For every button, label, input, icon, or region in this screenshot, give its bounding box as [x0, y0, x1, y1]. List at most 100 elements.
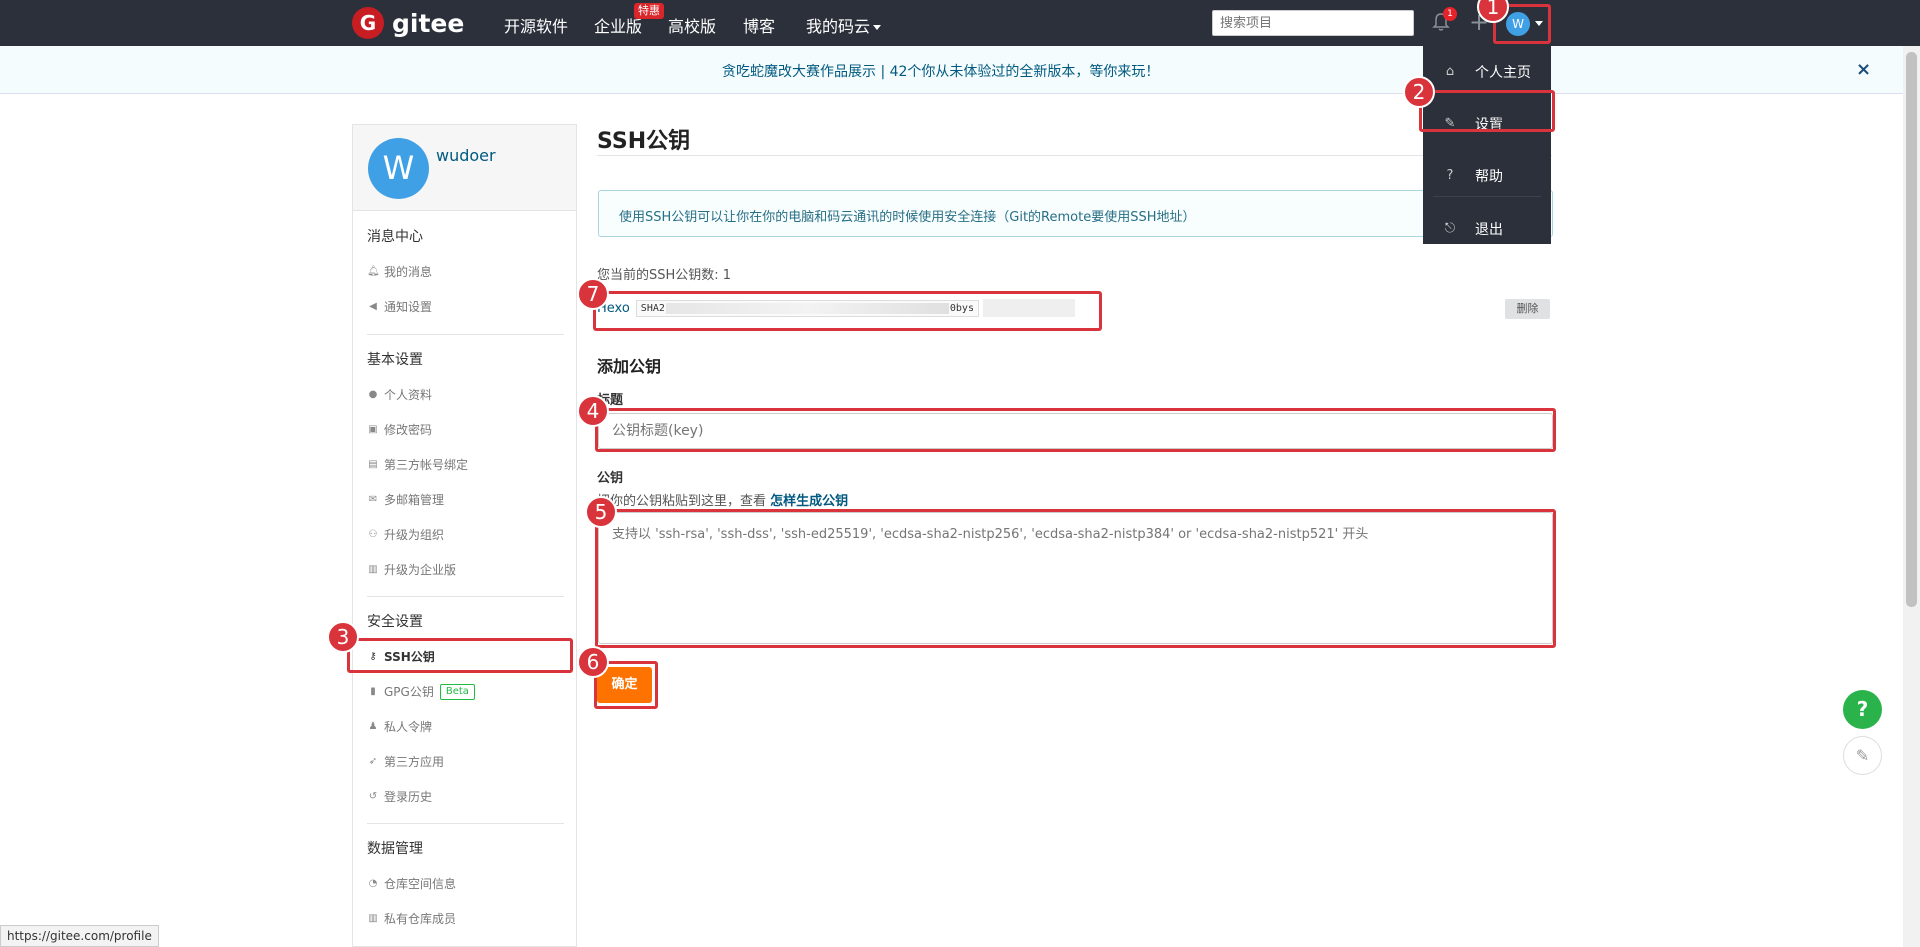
profile-card: W wudoer: [353, 125, 576, 211]
bell-icon: 🔔︎: [367, 266, 380, 277]
sidebar-item-label: 第三方应用: [384, 755, 445, 769]
sidebar-item-emails[interactable]: ✉ 多邮箱管理: [367, 491, 444, 508]
how-to-generate-link[interactable]: 怎样生成公钥: [770, 494, 848, 509]
home-icon: ⌂: [1445, 64, 1455, 79]
menu-item-logout[interactable]: ⎋ 退出: [1423, 216, 1551, 242]
key-hint: 把你的公钥粘贴到这里，查看 怎样生成公钥: [597, 490, 848, 509]
info-message: 使用SSH公钥可以让你在你的电脑和码云通讯的时候使用安全连接（Git的Remot…: [598, 190, 1553, 237]
user-secret-icon: ♟: [368, 721, 378, 732]
sidebar-item-label: 仓库空间信息: [384, 877, 457, 891]
building-icon: ▥: [368, 913, 378, 924]
gitee-logo-text: gitee: [392, 8, 465, 38]
annotation-box-5: [595, 509, 1556, 648]
sidebar-item-label: 我的消息: [384, 265, 433, 279]
status-bar-url: https://gitee.com/profile: [0, 925, 159, 947]
sidebar-item-upgrade-enterprise[interactable]: ▥ 升级为企业版: [367, 561, 456, 578]
annotation-box-4: [595, 408, 1556, 452]
announcement-link[interactable]: 贪吃蛇魔改大赛作品展示 | 42个你从未体验过的全新版本，等你来玩！: [722, 61, 1159, 81]
menu-item-label: 退出: [1475, 222, 1503, 238]
menu-item-help[interactable]: ? 帮助: [1423, 163, 1551, 189]
sidebar-item-label: 个人资料: [384, 388, 433, 402]
nav-my-gitee-label: 我的码云: [806, 17, 871, 36]
annotation-box-7: [593, 291, 1102, 331]
sidebar-item-private-members[interactable]: ▥ 私有仓库成员: [367, 910, 456, 927]
divider: [597, 155, 1552, 156]
scrollbar-thumb[interactable]: [1906, 52, 1917, 607]
sidebar-item-label: 第三方帐号绑定: [384, 458, 469, 472]
sidebar-item-label: 私人令牌: [384, 720, 433, 734]
sidebar-item-label: 升级为组织: [384, 528, 445, 542]
sidebar-item-upgrade-org[interactable]: ⚇ 升级为组织: [367, 526, 445, 543]
key-count: 您当前的SSH公钥数: 1: [597, 268, 732, 283]
logout-icon: ⎋: [1444, 221, 1456, 236]
sidebar-item-third-party-apps[interactable]: ➶ 第三方应用: [367, 753, 444, 770]
users-icon: ⚇: [368, 529, 378, 540]
menu-item-label: 帮助: [1475, 169, 1503, 185]
lock-icon: ▮: [370, 686, 376, 697]
hot-badge: 特惠: [634, 3, 664, 19]
pie-chart-icon: ◔: [368, 878, 378, 889]
gitee-logo[interactable]: G gitee: [352, 7, 464, 39]
sidebar-item-profile[interactable]: ● 个人资料: [367, 386, 432, 403]
annotation-box-2: [1419, 90, 1555, 132]
delete-key-button[interactable]: 删除: [1505, 299, 1550, 319]
key-label: 公钥: [597, 471, 624, 486]
sidebar-item-password[interactable]: ▣ 修改密码: [367, 421, 432, 438]
mail-icon: ✉: [368, 494, 378, 505]
menu-item-profile[interactable]: ⌂ 个人主页: [1423, 59, 1551, 85]
close-icon[interactable]: ×: [1856, 59, 1871, 80]
add-key-heading: 添加公钥: [597, 357, 662, 376]
annotation-box-3: [347, 638, 573, 673]
chevron-down-icon: [873, 25, 882, 30]
notification-badge: 1: [1443, 7, 1457, 21]
history-icon: ↺: [368, 791, 378, 802]
sidebar-item-label: 私有仓库成员: [384, 912, 457, 926]
top-navbar: G gitee 开源软件 企业版 特惠 高校版 博客 我的码云 1 + W: [0, 0, 1920, 46]
menu-item-label: 个人主页: [1475, 65, 1531, 81]
section-messages: 消息中心: [367, 229, 423, 245]
sidebar-item-label: 通知设置: [384, 300, 433, 314]
sidebar-item-third-party-accounts[interactable]: ▤ 第三方帐号绑定: [367, 456, 468, 473]
question-icon: ?: [1446, 168, 1454, 183]
annotation-number-5: 5: [585, 496, 617, 528]
sidebar-item-tokens[interactable]: ♟ 私人令牌: [367, 718, 433, 735]
search-input[interactable]: [1212, 10, 1414, 36]
help-button[interactable]: ?: [1843, 690, 1882, 729]
avatar[interactable]: W: [368, 138, 429, 199]
info-text: 使用SSH公钥可以让你在你的电脑和码云通讯的时候使用安全连接（Git的Remot…: [619, 210, 1196, 225]
sidebar-item-gpg-keys[interactable]: ▮ GPG公钥 Beta: [367, 683, 475, 700]
announcement-bar: 贪吃蛇魔改大赛作品展示 | 42个你从未体验过的全新版本，等你来玩！ ×: [0, 46, 1903, 94]
hint-text: 把你的公钥粘贴到这里，查看: [597, 494, 771, 509]
sidebar-item-login-history[interactable]: ↺ 登录历史: [367, 788, 432, 805]
sidebar-item-label: 登录历史: [384, 790, 433, 804]
divider: [1433, 196, 1541, 197]
annotation-number-3: 3: [327, 621, 359, 653]
nav-blog[interactable]: 博客: [743, 13, 775, 37]
user-icon: ●: [368, 389, 378, 400]
feedback-icon[interactable]: ✎: [1843, 736, 1882, 775]
unlock-icon: ▣: [368, 424, 378, 435]
sidebar-item-label: GPG公钥: [384, 685, 434, 699]
gitee-logo-icon: G: [352, 7, 384, 39]
building-icon: ▥: [368, 564, 378, 575]
nav-my-gitee[interactable]: 我的码云: [806, 13, 882, 37]
rocket-icon: ➶: [368, 756, 378, 767]
annotation-number-7: 7: [577, 278, 609, 310]
divider: [367, 596, 564, 597]
section-security: 安全设置: [367, 614, 423, 630]
divider: [367, 334, 564, 335]
sidebar-item-storage[interactable]: ◔ 仓库空间信息: [367, 875, 456, 892]
section-data: 数据管理: [367, 841, 423, 857]
username-link[interactable]: wudoer: [436, 146, 496, 165]
nav-open-source[interactable]: 开源软件: [504, 13, 568, 37]
user-dropdown-menu: ⌂ 个人主页 ✎ 设置 ? 帮助 ⎋ 退出: [1423, 46, 1551, 244]
sidebar-item-label: 修改密码: [384, 423, 433, 437]
divider: [367, 823, 564, 824]
nav-education[interactable]: 高校版: [668, 13, 716, 37]
annotation-number-4: 4: [577, 395, 609, 427]
speaker-icon: ◀: [369, 301, 377, 312]
sidebar-item-label: 多邮箱管理: [384, 493, 445, 507]
settings-sidebar: W wudoer 消息中心 🔔︎ 我的消息 ◀ 通知设置 基本设置 ● 个人资料 ▣ 修…: [352, 124, 577, 947]
sidebar-item-notification-settings[interactable]: ◀ 通知设置: [367, 298, 432, 315]
sidebar-item-my-messages[interactable]: 🔔︎ 我的消息: [367, 263, 432, 280]
